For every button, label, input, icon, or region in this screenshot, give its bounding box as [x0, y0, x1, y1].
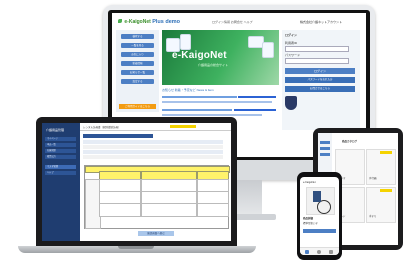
password-input[interactable]	[285, 58, 349, 64]
guide-button[interactable]: ご利用ガイドはこちら	[119, 104, 156, 109]
news-item[interactable]	[162, 114, 262, 117]
menu-item-settings[interactable]: 設定する	[121, 79, 154, 84]
login-panel: ログイン 利用者ID パスワード ログイン パスワードを忘れた方 お問合せはこち…	[282, 30, 360, 130]
home-icon[interactable]	[305, 250, 309, 254]
tablet-nav-item[interactable]	[320, 147, 330, 150]
confirm-button[interactable]: 確認画面へ進む	[138, 231, 174, 236]
table-cell[interactable]	[141, 203, 197, 217]
add-to-cart-button[interactable]	[303, 229, 336, 233]
form-header-bar	[83, 134, 153, 138]
phone-product-name: 標準型車いす	[303, 222, 319, 225]
forgot-password-button[interactable]: パスワードを忘れた方	[285, 77, 355, 83]
form-row	[83, 145, 223, 149]
table-cell[interactable]	[99, 203, 141, 217]
news-item[interactable]	[162, 101, 272, 104]
site-logo[interactable]: e-KaigoNet Plus demo	[118, 19, 180, 25]
product-name: 手すり	[369, 215, 377, 218]
hero-banner[interactable]: e-KaigoNet 介護用品の総合サイト	[162, 30, 279, 85]
header-links[interactable]: ログイン情報 お問合せ ヘルプ	[212, 20, 253, 24]
security-badge-icon	[285, 96, 297, 110]
form-title: レンタル計画書（個別援助計画）	[83, 126, 121, 129]
login-title: ログイン	[285, 33, 298, 37]
laptop-topbar: レンタル計画書（個別援助計画）	[80, 123, 231, 131]
user-id-label: 利用者ID	[285, 41, 298, 45]
product-image	[180, 34, 191, 50]
wheelchair-image	[306, 187, 335, 215]
seat-shape	[313, 191, 321, 202]
menu-item-favorites[interactable]: お気に入り	[121, 52, 154, 57]
form-row	[83, 155, 223, 159]
news-item[interactable]	[162, 96, 237, 99]
phone-brand: e-KaigoNet	[303, 181, 316, 184]
left-menu: 検索する 一覧を見る お気に入り 新着情報 お知らせ一覧 設定する ご利用ガイド…	[116, 30, 159, 112]
product-name: 歩行器	[369, 177, 377, 180]
menu-item-notices[interactable]: お知らせ一覧	[121, 70, 154, 75]
logo-leaf-icon	[118, 19, 122, 23]
laptop-sidebar: 介護用品管理 マイページ 申込一覧 在庫管理 帳票出力 マスタ管理 ヘルプ	[42, 123, 80, 241]
news-item[interactable]	[162, 109, 232, 112]
phone-title: 商品詳細	[303, 217, 314, 220]
sidebar-item-forms[interactable]: 帳票出力	[45, 155, 76, 159]
plan-table	[84, 165, 230, 229]
user-id-input[interactable]	[285, 46, 349, 52]
banner-subtitle: 介護用品の総合サイト	[198, 63, 229, 67]
wheel-icon	[317, 200, 331, 214]
account-name: 株式会社介護ネットアカウント	[300, 20, 343, 24]
product-image	[262, 42, 274, 58]
phone-screen: e-KaigoNet 商品詳細 標準型車いす	[300, 177, 339, 255]
sidebar-item-help[interactable]: ヘルプ	[45, 171, 76, 175]
news-tabs[interactable]: お知らせ 新着・予定など News & Item	[162, 88, 214, 92]
tablet-title: 商品カタログ	[342, 140, 358, 143]
phone-tabbar	[300, 247, 339, 255]
table-cell[interactable]	[197, 203, 229, 217]
laptop-screen: 介護用品管理 マイページ 申込一覧 在庫管理 帳票出力 マスタ管理 ヘルプ レン…	[42, 123, 231, 241]
product-card[interactable]: 歩行器	[366, 149, 396, 185]
logo-suffix: Plus demo	[152, 19, 180, 25]
menu-item-list[interactable]: 一覧を見る	[121, 43, 154, 48]
tablet-nav-item[interactable]	[320, 141, 330, 144]
contact-button[interactable]: お問合せはこちら	[285, 86, 355, 92]
form-row	[83, 150, 223, 154]
status-badge	[170, 125, 196, 128]
menu-item-search[interactable]: 検索する	[121, 34, 154, 39]
logo-brand: e-KaigoNet	[124, 19, 151, 25]
login-button[interactable]: ログイン	[285, 68, 355, 74]
sidebar-item-stock[interactable]: 在庫管理	[45, 149, 76, 153]
banner-title: e-KaigoNet	[172, 50, 227, 61]
news-item-highlight[interactable]	[234, 109, 276, 112]
menu-item-new[interactable]: 新着情報	[121, 61, 154, 66]
product-card[interactable]: 手すり	[366, 187, 396, 223]
tablet-nav-item[interactable]	[320, 153, 330, 156]
price-tag	[380, 189, 392, 192]
search-icon[interactable]	[317, 250, 321, 254]
sidebar-item-master[interactable]: マスタ管理	[45, 165, 76, 169]
sidebar-item-applications[interactable]: 申込一覧	[45, 143, 76, 147]
laptop-notch	[118, 246, 154, 249]
price-tag	[380, 151, 392, 154]
app-title: 介護用品管理	[46, 128, 65, 132]
phone-notch	[311, 174, 328, 177]
form-row	[83, 140, 223, 144]
cart-icon[interactable]	[329, 250, 333, 254]
password-label: パスワード	[285, 53, 301, 57]
sidebar-item-mypage[interactable]: マイページ	[45, 137, 76, 141]
news-item-highlight[interactable]	[238, 96, 276, 99]
